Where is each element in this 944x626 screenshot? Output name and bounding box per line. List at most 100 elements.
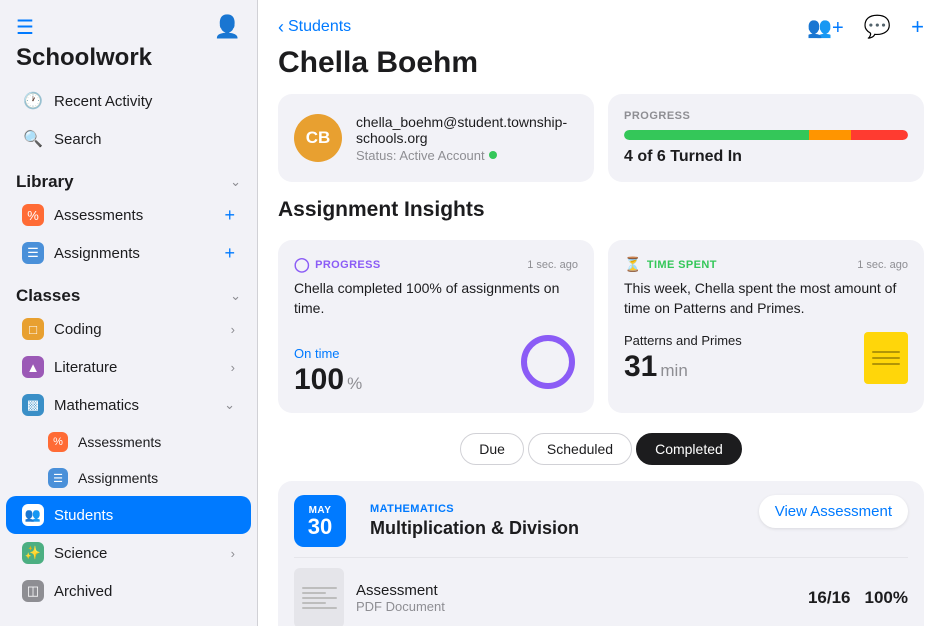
progress-circle-icon: ◯: [294, 256, 310, 273]
score-fraction: 16/16: [808, 588, 851, 608]
time-value: 31 min: [624, 350, 742, 384]
notebook-icon: [864, 332, 908, 384]
search-label: Search: [54, 131, 235, 148]
assignment-name: Multiplication & Division: [370, 518, 579, 539]
file-type: PDF Document: [356, 599, 445, 614]
mathematics-icon: ▩: [22, 394, 44, 416]
progress-bar-green: [624, 130, 809, 140]
coding-label: Coding: [54, 321, 221, 338]
science-chevron-icon: ›: [231, 546, 235, 561]
on-time-value: 100%: [294, 363, 362, 397]
main-content: ‹ Students 👥+ 💬 + Chella Boehm CB chella…: [258, 0, 944, 626]
time-insight-card: ⏳ TIME SPENT 1 sec. ago This week, Chell…: [608, 240, 924, 413]
time-insight-type: ⏳ TIME SPENT: [624, 256, 717, 273]
progress-time: 1 sec. ago: [527, 259, 578, 271]
add-icon[interactable]: +: [911, 14, 924, 40]
coding-chevron-icon: ›: [231, 322, 235, 337]
pdf-lines: [302, 587, 337, 609]
student-details: chella_boehm@student.township-schools.or…: [356, 114, 578, 163]
classes-section-header[interactable]: Classes ⌄: [0, 272, 257, 310]
literature-icon: ▲: [22, 356, 44, 378]
notebook-line-1: [872, 351, 900, 353]
assignment-detail-row: Assessment PDF Document 16/16 100%: [294, 557, 908, 626]
assessments-lib-icon: %: [22, 204, 44, 226]
math-assignments-label: Assignments: [78, 470, 235, 486]
sidebar-item-math-assignments[interactable]: ☰ Assignments: [6, 460, 251, 496]
mathematics-chevron-icon: ⌄: [224, 397, 235, 413]
assignment-date-badge: MAY 30: [294, 495, 346, 547]
time-number: 31: [624, 350, 657, 384]
sidebar-item-coding[interactable]: □ Coding ›: [6, 310, 251, 348]
sidebar-item-archived[interactable]: ◫ Archived: [6, 572, 251, 610]
file-info: Assessment PDF Document: [356, 582, 445, 614]
profile-icon[interactable]: 👤: [214, 14, 241, 40]
assignment-header: MAY 30 MATHEMATICS Multiplication & Divi…: [294, 495, 908, 547]
recent-activity-label: Recent Activity: [54, 93, 235, 110]
classes-title: Classes: [16, 286, 80, 306]
add-assignment-button[interactable]: +: [224, 243, 235, 264]
insights-title: Assignment Insights: [278, 198, 924, 222]
pdf-line-1: [302, 587, 337, 589]
math-assessments-icon: %: [48, 432, 68, 452]
time-spent-content: Patterns and Primes 31 min: [624, 332, 908, 384]
add-assessment-button[interactable]: +: [224, 205, 235, 226]
progress-bar: [624, 130, 908, 140]
student-info-card: CB chella_boehm@student.township-schools…: [278, 94, 594, 182]
time-card-time: 1 sec. ago: [857, 259, 908, 271]
progress-desc-text: Chella completed 100% of assignments on …: [294, 280, 559, 316]
math-assignments-icon: ☰: [48, 468, 68, 488]
sidebar-item-students[interactable]: 👥 Students: [6, 496, 251, 534]
file-name: Assessment: [356, 582, 445, 599]
tab-completed[interactable]: Completed: [636, 433, 742, 465]
student-status: Status: Active Account: [356, 148, 578, 163]
sidebar-item-literature[interactable]: ▲ Literature ›: [6, 348, 251, 386]
status-text: Status: Active Account: [356, 148, 485, 163]
time-description: This week, Chella spent the most amount …: [624, 279, 908, 318]
assignment-tabs: Due Scheduled Completed: [278, 433, 924, 465]
notebook-line-3: [872, 363, 900, 365]
tab-due[interactable]: Due: [460, 433, 524, 465]
back-button[interactable]: ‹ Students: [278, 17, 351, 38]
app-title: Schoolwork: [0, 44, 257, 82]
back-label: Students: [288, 18, 351, 36]
sidebar-item-science[interactable]: ✨ Science ›: [6, 534, 251, 572]
pdf-line-3: [302, 597, 337, 599]
sidebar-item-math-assessments[interactable]: % Assessments: [6, 424, 251, 460]
library-section-header[interactable]: Library ⌄: [0, 158, 257, 196]
top-cards: CB chella_boehm@student.township-schools…: [278, 94, 924, 182]
add-student-icon[interactable]: 👥+: [807, 15, 844, 40]
mathematics-label: Mathematics: [54, 397, 214, 414]
assignment-info: MATHEMATICS Multiplication & Division: [358, 503, 579, 539]
sidebar-toggle-icon[interactable]: ☰: [16, 15, 34, 40]
progress-description: Chella completed 100% of assignments on …: [294, 279, 578, 318]
time-type-label: TIME SPENT: [647, 259, 717, 271]
sidebar-item-recent-activity[interactable]: 🕐 Recent Activity: [6, 82, 251, 120]
assignments-lib-icon: ☰: [22, 242, 44, 264]
main-header: ‹ Students 👥+ 💬 +: [258, 0, 944, 40]
students-icon: 👥: [22, 504, 44, 526]
time-clock-icon: ⏳: [624, 256, 642, 273]
math-assessments-label: Assessments: [78, 434, 235, 450]
time-unit: min: [660, 361, 687, 381]
active-status-dot: [489, 151, 497, 159]
pdf-thumbnail: [294, 568, 344, 626]
tab-scheduled[interactable]: Scheduled: [528, 433, 632, 465]
sidebar-item-search[interactable]: 🔍 Search: [6, 120, 251, 158]
view-assessment-button[interactable]: View Assessment: [759, 495, 908, 528]
progress-insight-type: ◯ PROGRESS: [294, 256, 381, 273]
library-assignments-label: Assignments: [54, 245, 214, 262]
assignment-card: MAY 30 MATHEMATICS Multiplication & Divi…: [278, 481, 924, 626]
sidebar-item-library-assessments[interactable]: % Assessments +: [6, 196, 251, 234]
donut-chart: [518, 332, 578, 397]
progress-bar-yellow: [809, 130, 852, 140]
notebook-line-2: [872, 357, 900, 359]
progress-type-label: PROGRESS: [315, 259, 381, 271]
time-stat: Patterns and Primes 31 min: [624, 333, 742, 384]
sidebar-item-library-assignments[interactable]: ☰ Assignments +: [6, 234, 251, 272]
sidebar-item-mathematics[interactable]: ▩ Mathematics ⌄: [6, 386, 251, 424]
science-label: Science: [54, 545, 221, 562]
pdf-line-2: [302, 592, 326, 594]
header-actions: 👥+ 💬 +: [807, 14, 924, 40]
message-icon[interactable]: 💬: [864, 14, 891, 40]
progress-stat: On time 100%: [294, 346, 362, 397]
